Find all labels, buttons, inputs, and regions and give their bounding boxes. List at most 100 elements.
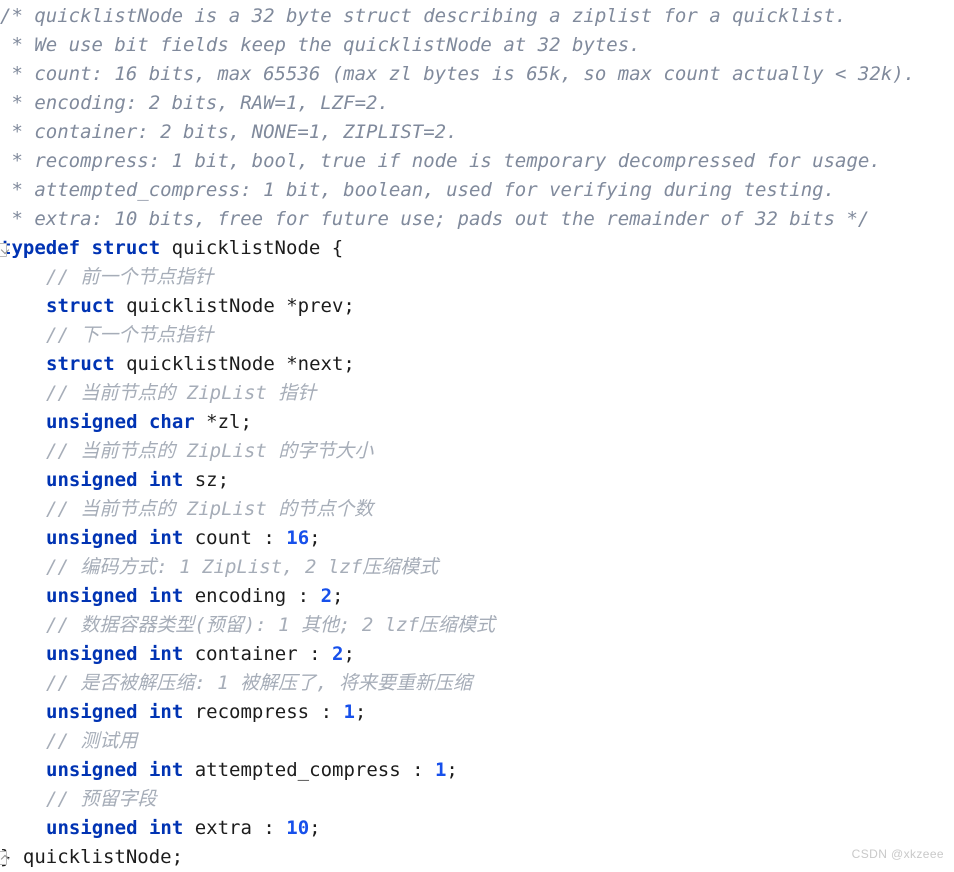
code-token-plain: attempted_compress : bbox=[183, 759, 435, 781]
code-token-number: 10 bbox=[286, 817, 310, 839]
code-token-keyword: int bbox=[148, 643, 184, 665]
code-token-keyword: unsigned bbox=[46, 469, 138, 491]
code-line[interactable]: * We use bit fields keep the quicklistNo… bbox=[0, 31, 954, 60]
code-token-plain: quicklistNode *next; bbox=[114, 353, 355, 375]
code-token-linecomment: // 前一个节点指针 bbox=[46, 266, 214, 288]
code-token-plain: extra : bbox=[183, 817, 287, 839]
code-line[interactable]: // 前一个节点指针 bbox=[0, 263, 954, 292]
code-token-keyword: unsigned bbox=[46, 759, 138, 781]
code-token-linecomment: // 测试用 bbox=[46, 730, 138, 752]
code-token-linecomment: // 当前节点的 ZipList 的字节大小 bbox=[46, 440, 374, 462]
code-line[interactable]: } quicklistNode; bbox=[0, 843, 954, 872]
code-line[interactable]: * attempted_compress: 1 bit, boolean, us… bbox=[0, 176, 954, 205]
code-token-blockcomment: * count: 16 bits, max 65536 (max zl byte… bbox=[0, 63, 916, 85]
code-editor[interactable]: /* quicklistNode is a 32 byte struct des… bbox=[0, 0, 954, 871]
code-line[interactable]: unsigned char *zl; bbox=[0, 408, 954, 437]
code-token-keyword: typedef bbox=[0, 237, 81, 259]
code-line[interactable]: // 当前节点的 ZipList 的节点个数 bbox=[0, 495, 954, 524]
code-token-plain: ; bbox=[446, 759, 458, 781]
code-token-number: 1 bbox=[343, 701, 355, 723]
code-token-keyword: unsigned bbox=[46, 643, 138, 665]
code-token-keyword: unsigned bbox=[46, 411, 138, 433]
code-token-plain: recompress : bbox=[183, 701, 344, 723]
code-token-linecomment: // 是否被解压缩: 1 被解压了, 将来要重新压缩 bbox=[46, 672, 472, 694]
code-token-keyword: struct bbox=[46, 295, 115, 317]
code-token-linecomment: // 预留字段 bbox=[46, 788, 157, 810]
code-token-plain: quicklistNode *prev; bbox=[114, 295, 355, 317]
code-line[interactable]: // 下一个节点指针 bbox=[0, 321, 954, 350]
code-token-keyword: int bbox=[148, 585, 184, 607]
code-token-number: 16 bbox=[286, 527, 310, 549]
code-token-plain: count : bbox=[183, 527, 287, 549]
code-token-blockcomment: * encoding: 2 bits, RAW=1, LZF=2. bbox=[0, 92, 389, 114]
code-line[interactable]: // 当前节点的 ZipList 指针 bbox=[0, 379, 954, 408]
fold-expand-icon[interactable] bbox=[0, 243, 7, 257]
code-token-linecomment: // 当前节点的 ZipList 的节点个数 bbox=[46, 498, 374, 520]
code-token-keyword: unsigned bbox=[46, 527, 138, 549]
fold-collapse-icon[interactable] bbox=[0, 851, 7, 865]
code-line[interactable]: * encoding: 2 bits, RAW=1, LZF=2. bbox=[0, 89, 954, 118]
code-line[interactable]: unsigned int extra : 10; bbox=[0, 814, 954, 843]
code-token-keyword: unsigned bbox=[46, 585, 138, 607]
code-token-number: 1 bbox=[434, 759, 447, 781]
code-token-plain: *zl; bbox=[194, 411, 252, 433]
code-token-plain: } quicklistNode; bbox=[0, 846, 184, 868]
code-token-keyword: int bbox=[148, 759, 184, 781]
code-token-number: 2 bbox=[320, 585, 333, 607]
code-token-plain: ; bbox=[309, 817, 321, 839]
code-token-keyword: int bbox=[148, 527, 184, 549]
code-token-blockcomment: /* quicklistNode is a 32 byte struct des… bbox=[0, 5, 847, 27]
code-line[interactable]: unsigned int container : 2; bbox=[0, 640, 954, 669]
code-token-plain: quicklistNode { bbox=[160, 237, 344, 259]
code-token-keyword: unsigned bbox=[46, 701, 138, 723]
code-line[interactable]: // 是否被解压缩: 1 被解压了, 将来要重新压缩 bbox=[0, 669, 954, 698]
code-line[interactable]: unsigned int attempted_compress : 1; bbox=[0, 756, 954, 785]
code-token-plain: sz; bbox=[183, 469, 230, 491]
code-token-plain: container : bbox=[183, 643, 333, 665]
code-token-blockcomment: * container: 2 bits, NONE=1, ZIPLIST=2. bbox=[0, 121, 458, 143]
code-token-keyword: struct bbox=[46, 353, 115, 375]
code-line[interactable]: * container: 2 bits, NONE=1, ZIPLIST=2. bbox=[0, 118, 954, 147]
code-line[interactable]: unsigned int encoding : 2; bbox=[0, 582, 954, 611]
code-line[interactable]: // 测试用 bbox=[0, 727, 954, 756]
code-token-linecomment: // 数据容器类型(预留): 1 其他; 2 lzf压缩模式 bbox=[46, 614, 496, 636]
code-line[interactable]: struct quicklistNode *next; bbox=[0, 350, 954, 379]
code-token-keyword: int bbox=[148, 701, 184, 723]
code-token-keyword: char bbox=[148, 411, 195, 433]
code-line[interactable]: typedef struct quicklistNode { bbox=[0, 234, 954, 263]
code-token-linecomment: // 编码方式: 1 ZipList, 2 lzf压缩模式 bbox=[46, 556, 439, 578]
code-token-blockcomment: * recompress: 1 bit, bool, true if node … bbox=[0, 150, 881, 172]
code-line[interactable]: unsigned int count : 16; bbox=[0, 524, 954, 553]
code-token-keyword: int bbox=[148, 817, 184, 839]
code-token-plain: ; bbox=[309, 527, 321, 549]
code-line[interactable]: * count: 16 bits, max 65536 (max zl byte… bbox=[0, 60, 954, 89]
code-token-plain: ; bbox=[354, 701, 367, 723]
csdn-watermark: CSDN @xkzeee bbox=[851, 847, 944, 861]
code-token-linecomment: // 下一个节点指针 bbox=[46, 324, 214, 346]
code-token-plain: ; bbox=[343, 643, 355, 665]
code-line[interactable]: * extra: 10 bits, free for future use; p… bbox=[0, 205, 954, 234]
code-line[interactable]: * recompress: 1 bit, bool, true if node … bbox=[0, 147, 954, 176]
code-line[interactable]: // 数据容器类型(预留): 1 其他; 2 lzf压缩模式 bbox=[0, 611, 954, 640]
code-token-blockcomment: * We use bit fields keep the quicklistNo… bbox=[0, 34, 641, 56]
code-line[interactable]: // 编码方式: 1 ZipList, 2 lzf压缩模式 bbox=[0, 553, 954, 582]
code-line[interactable]: unsigned int recompress : 1; bbox=[0, 698, 954, 727]
code-token-keyword: struct bbox=[91, 237, 161, 259]
code-token-number: 2 bbox=[332, 643, 344, 665]
code-token-blockcomment: * attempted_compress: 1 bit, boolean, us… bbox=[0, 179, 836, 201]
code-line[interactable]: struct quicklistNode *prev; bbox=[0, 292, 954, 321]
code-line[interactable]: // 当前节点的 ZipList 的字节大小 bbox=[0, 437, 954, 466]
code-line[interactable]: // 预留字段 bbox=[0, 785, 954, 814]
code-line[interactable]: unsigned int sz; bbox=[0, 466, 954, 495]
code-token-blockcomment: * extra: 10 bits, free for future use; p… bbox=[0, 208, 870, 230]
code-token-linecomment: // 当前节点的 ZipList 指针 bbox=[46, 382, 317, 404]
code-line[interactable]: /* quicklistNode is a 32 byte struct des… bbox=[0, 2, 954, 31]
code-content[interactable]: /* quicklistNode is a 32 byte struct des… bbox=[0, 2, 954, 872]
